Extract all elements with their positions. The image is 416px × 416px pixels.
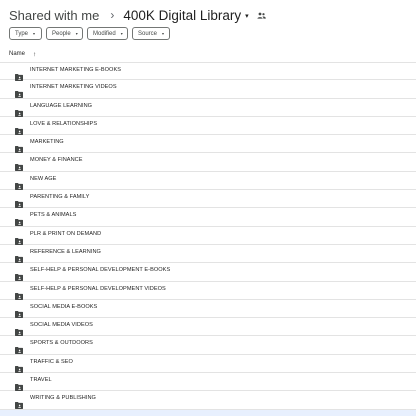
filter-chips: Type ▾ People ▾ Modified ▾ Source ▾ — [9, 27, 170, 40]
list-header: Name ↑ — [0, 46, 416, 62]
chevron-down-icon: ▾ — [75, 31, 78, 36]
folder-row[interactable]: MARKETING — [0, 135, 416, 154]
folder-menu-caret-icon[interactable]: ▾ — [245, 12, 249, 20]
folder-row[interactable]: TRAVEL — [0, 373, 416, 392]
folder-name: INTERNET MARKETING VIDEOS — [30, 84, 117, 91]
source-filter-chip[interactable]: Source ▾ — [132, 27, 170, 40]
folder-row[interactable]: SELF-HELP & PERSONAL DEVELOPMENT VIDEOS — [0, 282, 416, 300]
breadcrumb-separator: › — [110, 8, 115, 22]
people-filter-chip[interactable]: People ▾ — [46, 27, 83, 40]
folder-name: LOVE & RELATIONSHIPS — [30, 120, 98, 127]
shared-folder-icon — [15, 396, 23, 410]
folder-row[interactable]: INTERNET MARKETING VIDEOS — [0, 80, 416, 99]
folder-row[interactable]: LANGUAGE LEARNING — [0, 99, 416, 117]
folder-row[interactable]: SOCIAL MEDIA E-BOOKS — [0, 300, 416, 319]
chip-label: People — [52, 30, 71, 37]
folder-name: INTERNET MARKETING E-BOOKS — [30, 67, 122, 73]
breadcrumb: Shared with me › 400K Digital Library ▾ — [9, 5, 266, 25]
folder-name: SELF-HELP & PERSONAL DEVELOPMENT VIDEOS — [30, 285, 166, 292]
folder-name: NEW AGE — [30, 175, 57, 182]
folder-name: SOCIAL MEDIA E-BOOKS — [30, 303, 98, 310]
folder-row[interactable]: SELF-HELP & PERSONAL DEVELOPMENT E-BOOKS — [0, 263, 416, 282]
type-filter-chip[interactable]: Type ▾ — [9, 27, 42, 40]
chip-label: Modified — [93, 30, 116, 37]
shared-folder-icon — [15, 323, 23, 337]
chevron-down-icon: ▾ — [33, 31, 36, 36]
folder-name: REFERENCE & LEARNING — [30, 248, 101, 255]
shared-folder-icon — [15, 287, 23, 300]
people-icon[interactable] — [257, 12, 266, 19]
chevron-down-icon: ▾ — [120, 31, 123, 36]
folder-name: SELF-HELP & PERSONAL DEVELOPMENT E-BOOKS — [30, 267, 171, 274]
shared-folder-icon — [15, 195, 23, 209]
chip-label: Source — [138, 30, 158, 37]
arrow-up-icon[interactable]: ↑ — [33, 51, 36, 58]
folder-name: LANGUAGE LEARNING — [30, 102, 93, 109]
shared-folder-icon — [15, 232, 23, 245]
shared-folder-icon — [15, 250, 23, 263]
folder-name: TRAVEL — [30, 377, 52, 384]
folder-name: PARENTING & FAMILY — [30, 194, 90, 201]
shared-folder-icon — [15, 268, 23, 282]
shared-folder-icon — [15, 122, 23, 135]
folder-row[interactable]: TRAFFIC & SEO — [0, 355, 416, 374]
folder-row[interactable]: INTERNET MARKETING E-BOOKS — [0, 62, 416, 81]
folder-name: PETS & ANIMALS — [30, 212, 77, 219]
folder-row[interactable]: LOVE & RELATIONSHIPS — [0, 117, 416, 136]
folder-row[interactable]: PETS & ANIMALS — [0, 208, 416, 227]
shared-folder-icon — [15, 305, 23, 318]
folder-name: TRAFFIC & SEO — [30, 358, 73, 365]
name-column-header[interactable]: Name — [9, 51, 25, 57]
folder-name: PLR & PRINT ON DEMAND — [30, 230, 102, 237]
folder-row[interactable]: PLR & PRINT ON DEMAND — [0, 227, 416, 245]
drive-folder-view: Shared with me › 400K Digital Library ▾ … — [0, 0, 416, 416]
folder-row[interactable]: WRITING & PUBLISHING — [0, 391, 416, 410]
breadcrumb-current-folder[interactable]: 400K Digital Library — [123, 8, 241, 23]
folder-name: SOCIAL MEDIA VIDEOS — [30, 322, 93, 329]
shared-folder-icon — [15, 104, 23, 117]
shared-folder-icon — [15, 177, 23, 190]
folder-name: WRITING & PUBLISHING — [30, 395, 96, 402]
breadcrumb-shared-with-me[interactable]: Shared with me — [9, 8, 99, 23]
selection-strip — [0, 410, 416, 416]
shared-folder-icon — [15, 68, 23, 81]
shared-folder-icon — [15, 140, 23, 154]
folder-name: MONEY & FINANCE — [30, 157, 83, 164]
shared-folder-icon — [15, 341, 23, 355]
folder-row[interactable]: MONEY & FINANCE — [0, 153, 416, 172]
shared-folder-icon — [15, 213, 23, 227]
folder-row[interactable]: SOCIAL MEDIA VIDEOS — [0, 318, 416, 337]
chevron-down-icon: ▾ — [162, 31, 165, 36]
folder-name: SPORTS & OUTDOORS — [30, 340, 93, 347]
shared-folder-icon — [15, 378, 23, 392]
shared-folder-icon — [15, 360, 23, 373]
folder-name: MARKETING — [30, 139, 64, 146]
modified-filter-chip[interactable]: Modified ▾ — [87, 27, 128, 40]
folder-row[interactable]: PARENTING & FAMILY — [0, 190, 416, 209]
shared-folder-icon — [15, 158, 23, 172]
folder-row[interactable]: SPORTS & OUTDOORS — [0, 336, 416, 355]
chip-label: Type — [15, 30, 29, 37]
folder-row[interactable]: NEW AGE — [0, 172, 416, 191]
folder-row[interactable]: REFERENCE & LEARNING — [0, 245, 416, 264]
file-list: INTERNET MARKETING E-BOOKS INTERNET MARKE… — [0, 62, 416, 410]
shared-folder-icon — [15, 85, 23, 99]
